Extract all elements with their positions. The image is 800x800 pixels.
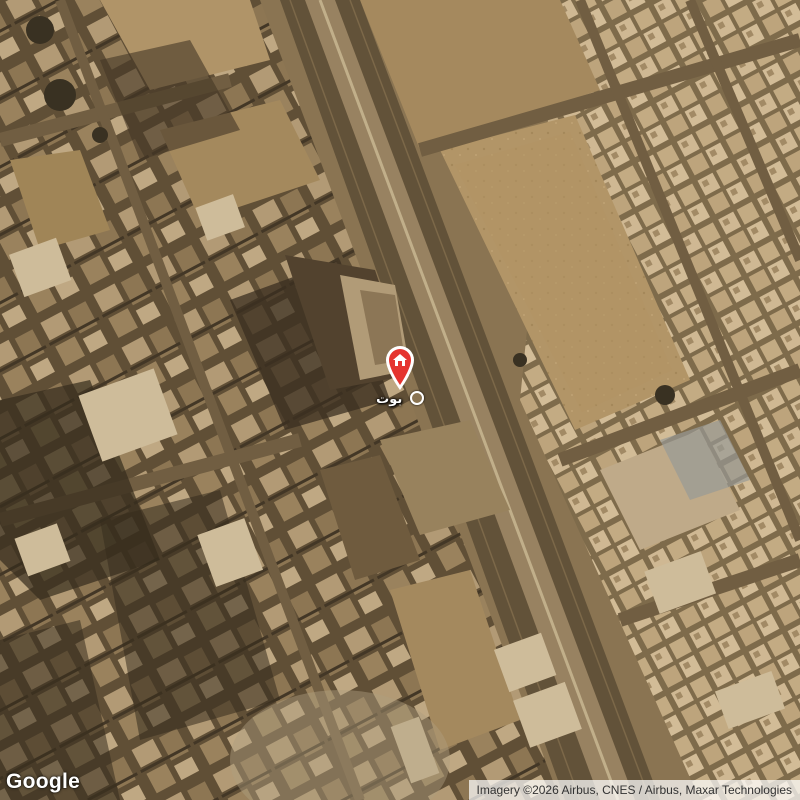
satellite-map[interactable]: بوت Google Imagery ©2026 Airbus, CNES / … (0, 0, 800, 800)
place-label-text: بوت (376, 392, 403, 407)
place-circle-icon (409, 391, 424, 405)
google-logo: Google (6, 770, 81, 793)
location-pin[interactable] (383, 343, 417, 391)
place-label[interactable]: بوت (352, 389, 448, 411)
imagery-attribution[interactable]: Imagery ©2026 Airbus, CNES / Airbus, Max… (468, 780, 800, 800)
